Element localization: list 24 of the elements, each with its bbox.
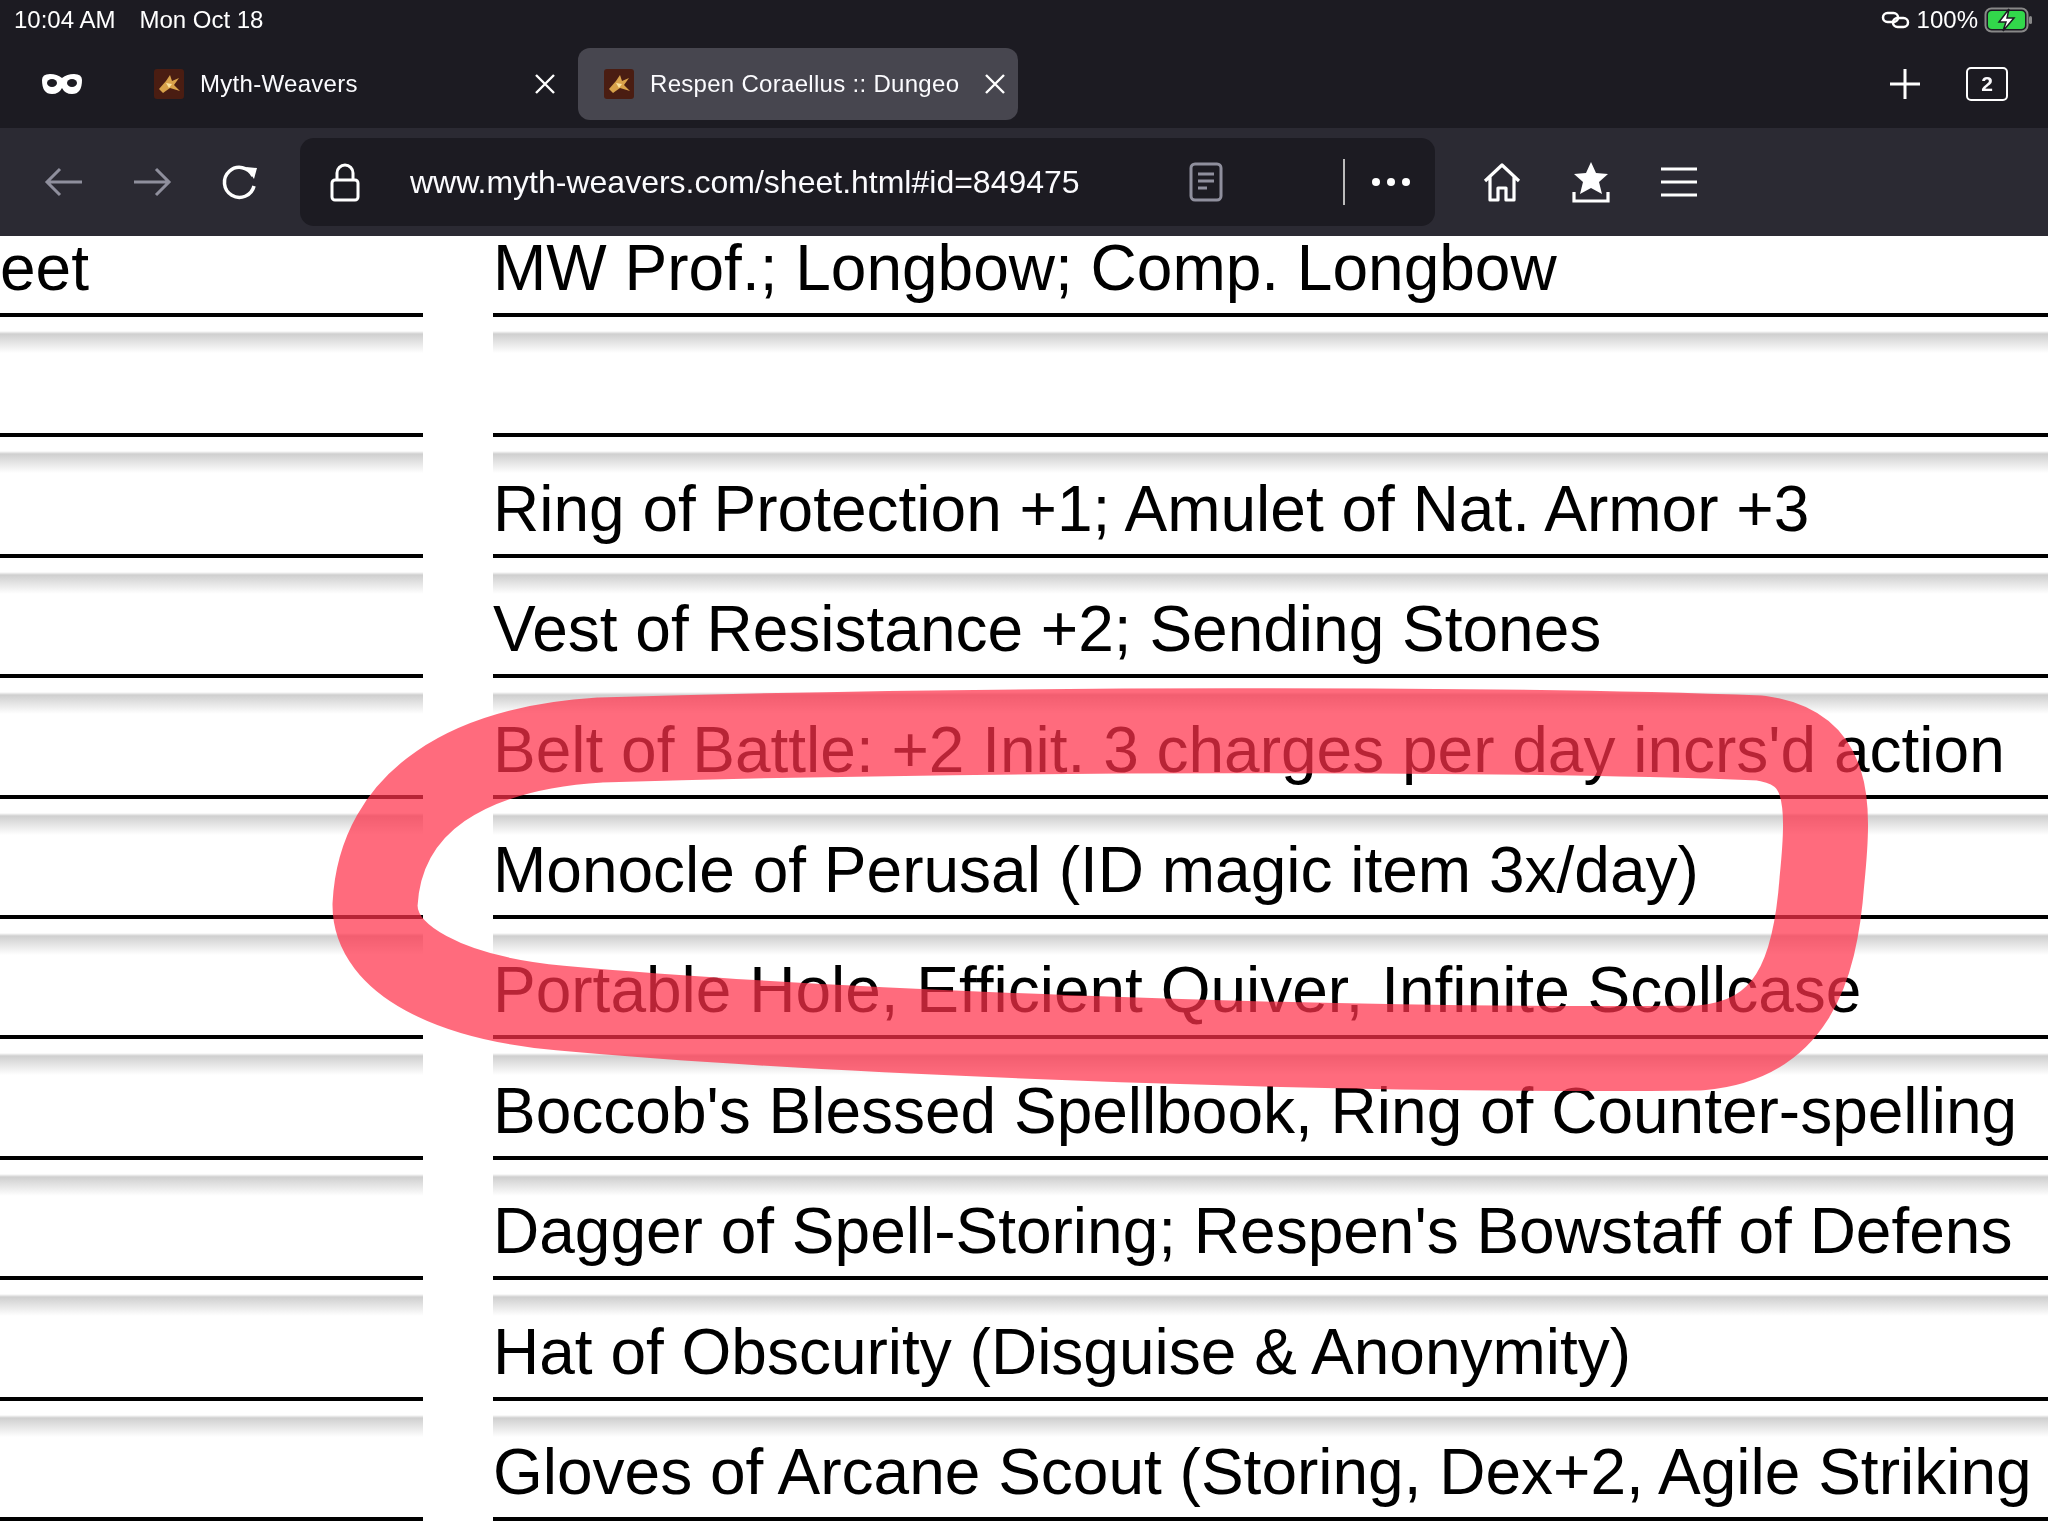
status-time: 10:04 AM [14,6,116,34]
status-date: Mon Oct 18 [139,6,264,34]
new-tab-icon[interactable] [1888,67,1922,101]
close-icon[interactable] [534,73,556,95]
battery-charging-icon [1984,7,2034,33]
url-text: www.myth-weavers.com/sheet.html#id=849475 [410,163,1081,201]
tab-count-button[interactable]: 2 [1966,67,2008,101]
browser-tab[interactable]: Respen Coraellus :: Dungeo [578,48,1018,120]
menu-icon[interactable] [1659,166,1699,198]
private-mask-icon[interactable] [40,72,84,96]
dragon-icon [154,69,184,99]
battery-percent: 100% [1916,6,1978,34]
reader-view-icon[interactable] [1189,162,1223,202]
bookmark-star-icon[interactable] [1571,160,1611,204]
lock-icon [330,162,360,202]
browser-tab[interactable]: Myth-Weavers [128,48,568,120]
home-icon[interactable] [1481,161,1523,203]
more-dots-icon[interactable] [1371,177,1411,187]
dragon-icon [604,69,634,99]
address-bar[interactable]: www.myth-weavers.com/sheet.html#id=849475 [300,138,1435,226]
forward-arrow-icon[interactable] [132,166,172,198]
link-icon [1880,10,1911,30]
close-icon[interactable] [984,73,1006,95]
back-arrow-icon[interactable] [44,166,84,198]
